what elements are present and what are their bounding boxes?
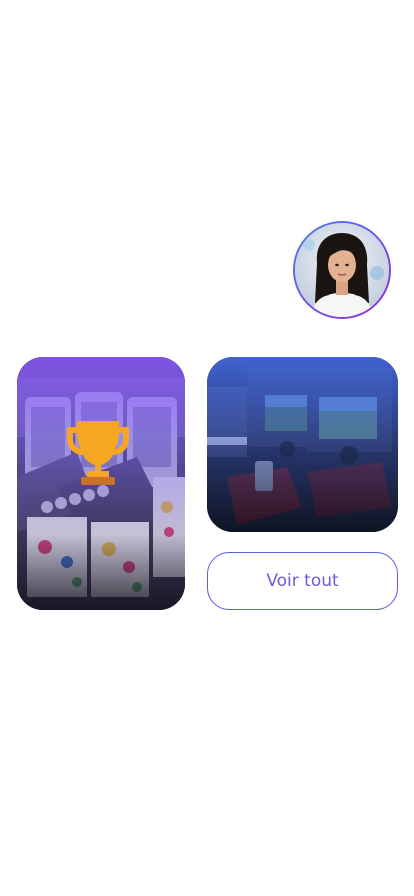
see-all-button[interactable]: Voir tout	[207, 552, 398, 610]
racing-arcade-card[interactable]	[207, 357, 398, 532]
card-gradient-overlay	[207, 357, 398, 532]
trophy-icon	[67, 421, 129, 485]
profile-avatar[interactable]	[293, 221, 391, 319]
screen: Voir tout	[0, 0, 414, 896]
header-fade	[0, 0, 414, 210]
person-avatar-icon	[295, 223, 389, 317]
